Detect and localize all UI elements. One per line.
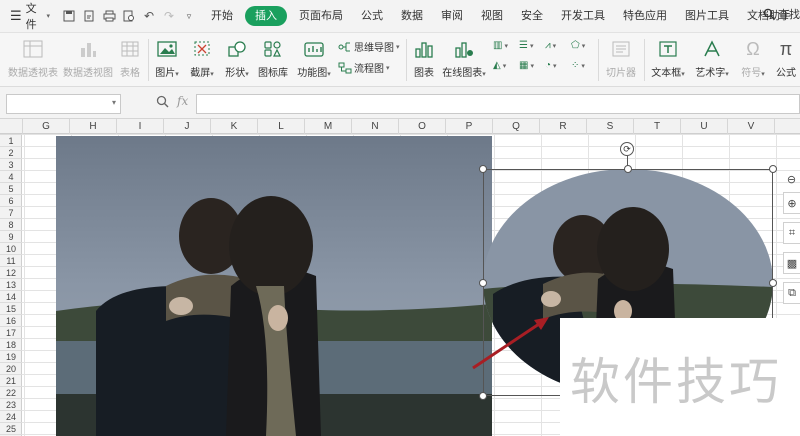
spreadsheet-window: ☰ 文件 ▾ ↶ ↷ ▿ 开始 插入 页面布局 公式 数据 审阅 视图 安全 开… xyxy=(0,0,800,436)
watermark: 软件技巧 xyxy=(560,318,800,436)
watermark-text: 软件技巧 xyxy=(570,353,782,411)
